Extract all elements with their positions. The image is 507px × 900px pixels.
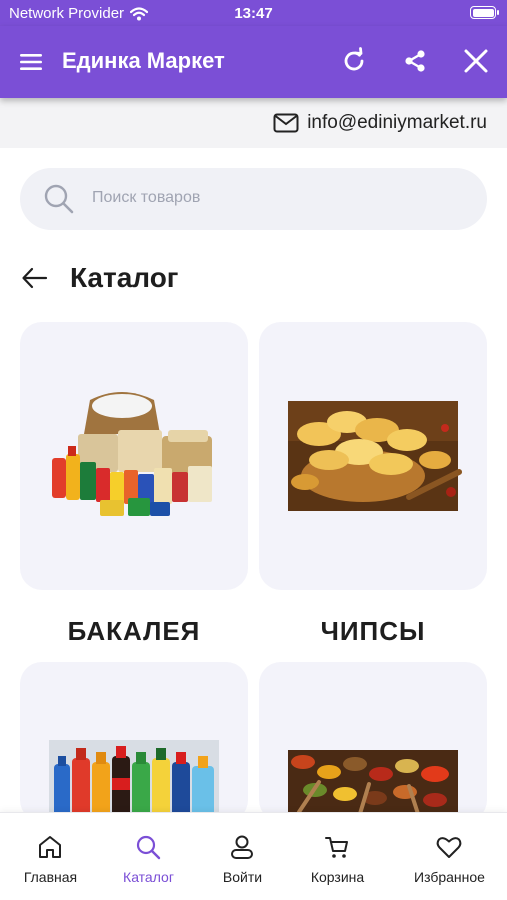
tab-cart-label: Корзина [310,869,365,885]
mail-icon [273,113,299,133]
heart-icon [436,837,462,858]
search-icon [44,184,74,214]
menu-icon[interactable] [18,48,46,76]
battery-level [472,8,494,17]
status-bar: Network Provider 13:47 [0,0,507,26]
page-title: Каталог [70,262,179,293]
tab-home-label: Главная [23,869,78,885]
chips-photo [288,401,462,511]
page-header: Каталог [20,262,178,294]
tab-home[interactable]: Главная [0,813,101,900]
search-icon [136,835,161,860]
category-label-chips: ЧИПСЫ [320,616,426,646]
share-icon[interactable] [400,46,430,76]
tab-favorites[interactable]: Избранное [399,813,500,900]
search-input[interactable]: Поиск товаров [20,168,487,230]
groceries-photo [52,392,212,516]
bottom-tab-bar: Главная Каталог Войти Корзина Избранное [0,812,507,900]
email-link[interactable]: info@ediniymarket.ru [273,112,487,134]
search-placeholder: Поиск товаров [92,189,201,206]
app-bar: Единка Маркет [0,26,507,98]
soft-drinks-photo [49,740,219,822]
contact-bar: info@ediniymarket.ru [0,98,507,148]
home-icon [39,836,61,858]
user-icon [231,835,253,859]
battery-icon [470,6,499,19]
refresh-icon[interactable] [339,46,369,76]
back-arrow-icon[interactable] [20,263,50,293]
spices-photo [288,750,458,822]
cart-icon [325,837,348,858]
email-address: info@ediniymarket.ru [307,112,487,133]
tab-login[interactable]: Войти [192,813,293,900]
category-label-groceries: БАКАЛЕЯ [67,616,201,646]
tab-cart[interactable]: Корзина [287,813,388,900]
clock: 13:47 [234,5,273,22]
category-card-drinks[interactable] [20,662,248,822]
app-title: Единка Маркет [62,48,225,73]
tab-catalog[interactable]: Каталог [98,813,199,900]
category-card-chips[interactable] [259,322,487,590]
tab-favorites-label: Избранное [414,869,485,885]
category-card-spices[interactable] [259,662,487,822]
tab-catalog-label: Каталог [123,869,174,885]
close-icon[interactable] [461,46,491,76]
category-card-groceries[interactable] [20,322,248,590]
tab-login-label: Войти [222,869,263,885]
